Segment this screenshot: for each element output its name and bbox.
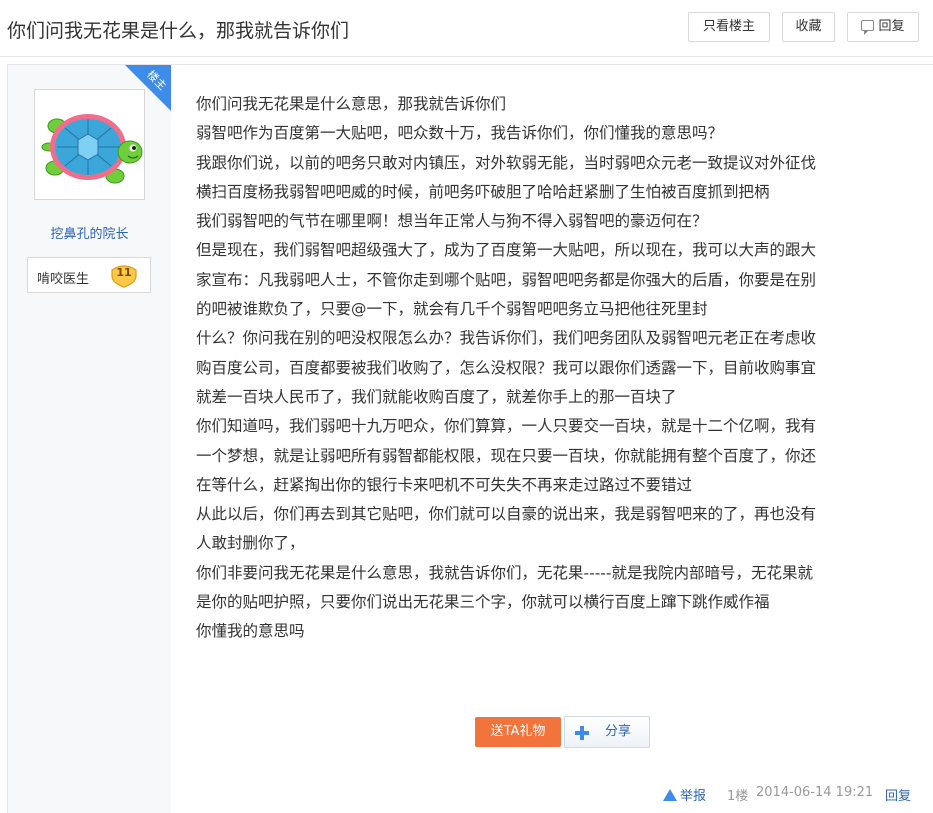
post-date: 2014-06-14 19:21 [756, 785, 874, 800]
avatar[interactable] [34, 89, 145, 200]
turtle-avatar [41, 114, 143, 184]
author-level: 啃咬医生 11 [27, 257, 151, 293]
floor-number: 1楼 [727, 789, 749, 804]
reply-icon [861, 20, 875, 35]
reply-button[interactable]: 回复 [847, 12, 919, 42]
author-username[interactable]: 挖鼻孔的院长 [8, 223, 171, 242]
content-line: 从此以后，你们再去到其它贴吧，你们就可以自豪的说出来，我是弱智吧来的了，再也没有 [196, 505, 817, 524]
warning-icon [663, 789, 677, 801]
content-line: 一个梦想，就是让弱吧所有弱智都能权限，现在只要一百块，你就能拥有整个百度了，你还 [196, 446, 817, 465]
report-label: 举报 [680, 789, 707, 804]
content-line: 购百度公司，百度都要被我们收购了，怎么没权限？我可以跟你们透露一下，目前收购事宜 [196, 358, 817, 377]
content-line: 家宣布：凡我弱吧人士，不管你走到哪个贴吧，弱智吧吧务都是你强大的后盾，你要是在别 [196, 270, 817, 289]
content-line: 我们弱智吧的气节在哪里啊！想当年正常人与狗不得入弱智吧的豪迈何在？ [196, 212, 708, 231]
level-number: 11 [116, 266, 132, 279]
favorite-button[interactable]: 收藏 [782, 12, 835, 42]
content-line: 在等什么，赶紧掏出你的银行卡来吧机不可失失不再来走过路过不要错过 [196, 475, 693, 494]
content-line: 但是现在，我们弱智吧超级强大了，成为了百度第一大贴吧，所以现在，我可以大声的跟大 [196, 241, 817, 260]
content-line: 弱智吧作为百度第一大贴吧，吧众数十万，我告诉你们，你们懂我的意思吗？ [196, 124, 724, 143]
post-header: 你们问我无花果是什么，那我就告诉你们 只看楼主 收藏 回复 [0, 0, 933, 57]
only-op-button[interactable]: 只看楼主 [688, 12, 770, 42]
content-line: 就差一百块人民币了，我们就能收购百度了，就差你手上的那一百块了 [196, 387, 677, 406]
report-link[interactable]: 举报 [663, 785, 706, 804]
content-line: 你懂我的意思吗 [196, 622, 305, 641]
author-sidebar: 楼主 挖鼻孔的院长 啃咬医生 11 [8, 65, 171, 813]
floor-reply-link[interactable]: 回复 [885, 785, 911, 804]
content-line: 什么？你问我在别的吧没权限怎么办？我告诉你们，我们吧务团队及弱智吧元老正在考虑收 [196, 329, 817, 348]
post-content: 你们问我无花果是什么意思，那我就告诉你们 弱智吧作为百度第一大贴吧，吧众数十万，… [196, 90, 906, 647]
share-plus-icon [575, 726, 589, 740]
send-gift-button[interactable]: 送TA礼物 [475, 717, 561, 747]
share-button[interactable]: 分享 [564, 716, 650, 748]
level-title: 啃咬医生 [37, 272, 90, 287]
content-line: 我跟你们说，以前的吧务只敢对内镇压，对外软弱无能，当时弱吧众元老一致提议对外征伐 [196, 153, 817, 172]
content-line: 横扫百度杨我弱智吧吧威的时候，前吧务吓破胆了哈哈赶紧删了生怕被百度抓到把柄 [196, 182, 770, 201]
share-label: 分享 [605, 724, 632, 739]
content-line: 是你的贴吧护照，只要你们说出无花果三个字，你就可以横行百度上蹿下跳作威作福 [196, 593, 770, 612]
post-floor-1: 楼主 挖鼻孔的院长 啃咬医生 11 你们问我无花果是什么意思，那我就告诉你们 弱… [7, 64, 933, 813]
content-line: 你们非要问我无花果是什么意思，我就告诉你们，无花果-----就是我院内部暗号，无… [196, 563, 813, 582]
thread-title: 你们问我无花果是什么，那我就告诉你们 [7, 20, 350, 42]
content-line: 人敢封删你了， [196, 534, 305, 553]
content-line: 你们问我无花果是什么意思，那我就告诉你们 [196, 95, 507, 113]
content-line: 的吧被谁欺负了，只要@一下，就会有几千个弱智吧吧务立马把他往死里封 [196, 300, 708, 319]
reply-button-label: 回复 [878, 19, 905, 34]
content-line: 你们知道吗，我们弱吧十九万吧众，你们算算，一人只要交一百块，就是十二个亿啊，我有 [196, 417, 817, 436]
